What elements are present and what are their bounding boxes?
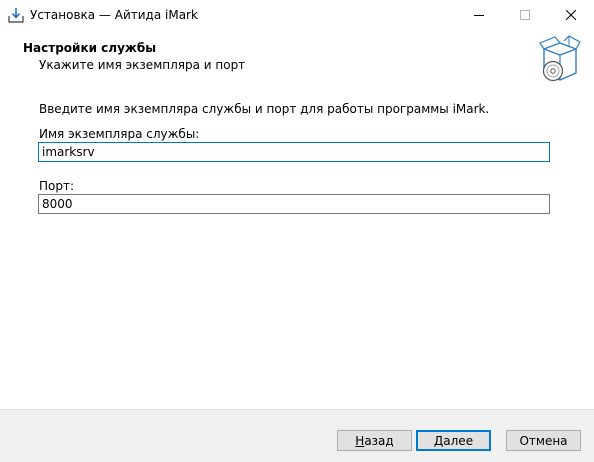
maximize-icon [520, 9, 530, 23]
next-button-mnemonic: Д [433, 433, 444, 448]
cancel-button[interactable]: Отмена [506, 430, 581, 451]
minimize-button[interactable] [456, 0, 502, 31]
maximize-button[interactable] [502, 0, 548, 31]
cancel-button-label: Отмена [519, 433, 568, 448]
close-button[interactable] [548, 0, 594, 31]
port-label: Порт: [39, 179, 75, 193]
next-button-label: алее [443, 433, 474, 448]
wizard-header: Настройки службы Укажите имя экземпляра … [0, 31, 594, 89]
intro-text: Введите имя экземпляра службы и порт для… [39, 102, 490, 116]
software-box-disc-icon [538, 33, 582, 85]
next-button[interactable]: Далее [416, 430, 491, 451]
installer-download-icon [8, 7, 24, 23]
wizard-footer: Назад Далее Отмена [0, 409, 594, 462]
close-icon [565, 9, 577, 23]
window-title: Установка — Айтида iMark [30, 8, 198, 22]
minimize-icon [474, 9, 484, 23]
back-button-label: азад [364, 433, 394, 448]
instance-name-label: Имя экземпляра службы: [39, 127, 200, 141]
title-bar[interactable]: Установка — Айтида iMark [0, 0, 594, 31]
installer-window: Установка — Айтида iMark Настройки служб… [0, 0, 594, 462]
wizard-content: Введите имя экземпляра службы и порт для… [0, 89, 594, 409]
page-title: Настройки службы [23, 41, 157, 55]
back-button[interactable]: Назад [337, 430, 412, 451]
page-subtitle: Укажите имя экземпляра и порт [39, 58, 246, 72]
instance-name-field[interactable] [38, 142, 550, 162]
port-field[interactable] [38, 194, 550, 214]
back-button-mnemonic: Н [355, 433, 365, 448]
